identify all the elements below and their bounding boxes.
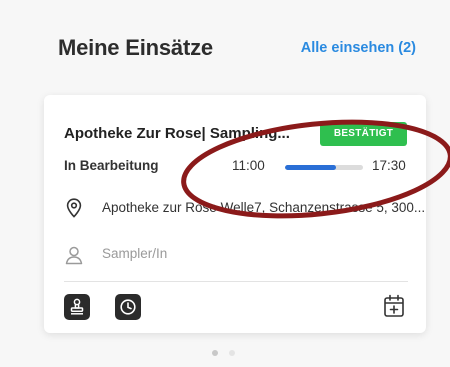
end-time: 17:30 [372,158,406,173]
calendar-add-icon[interactable] [383,294,405,318]
section-header: Meine Einsätze Alle einsehen (2) [0,0,450,90]
stamp-button[interactable] [64,294,90,320]
assignment-card[interactable]: Apotheke Zur Rose| Sampling... BESTÄTIGT… [44,95,426,333]
assignment-title: Apotheke Zur Rose| Sampling... [64,125,290,142]
assignment-status: In Bearbeitung [64,158,159,173]
pagination-dot[interactable] [229,350,235,356]
location-pin-icon [66,198,82,218]
start-time: 11:00 [232,158,265,173]
clock-button[interactable] [115,294,141,320]
page-title: Meine Einsätze [58,35,213,60]
pagination-dot[interactable] [212,350,218,356]
card-divider [64,281,408,282]
see-all-link[interactable]: Alle einsehen (2) [301,40,416,56]
assignment-address: Apotheke zur Rose Welle7, Schanzenstrass… [102,200,426,215]
status-badge: BESTÄTIGT [320,122,407,146]
user-icon [65,246,83,265]
time-progress-fill [285,165,336,170]
sampler-field[interactable]: Sampler/In [102,246,167,261]
clock-icon [120,299,136,315]
stamp-icon [70,298,84,315]
time-progress-bar [285,165,363,170]
